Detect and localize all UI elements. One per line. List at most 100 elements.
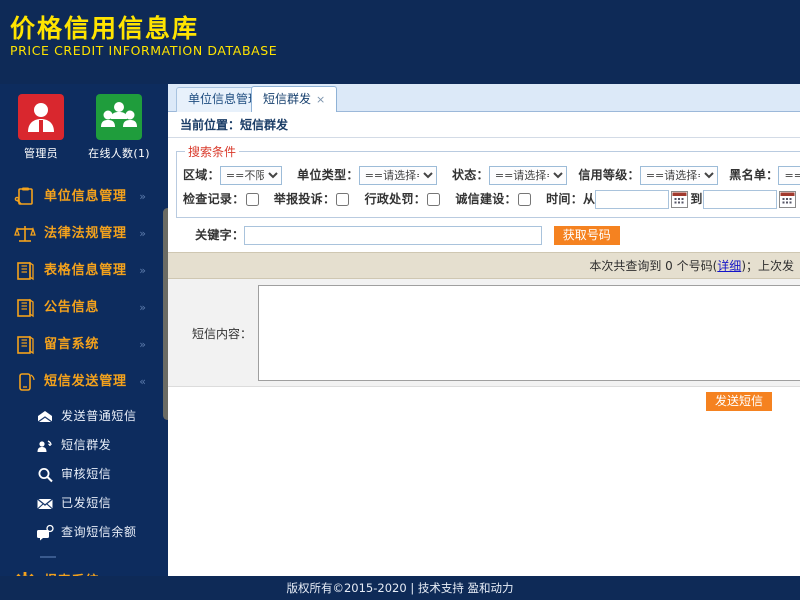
sidebar: 管理员 在线人数(1) 单位信息管理 » 法律法规管理 » 表格信息管理 » 公… (0, 84, 168, 600)
online-users-label: 在线人数(1) (88, 147, 150, 160)
book-icon (14, 297, 36, 319)
sidebar-item-sms-management[interactable]: 短信发送管理 « (0, 363, 168, 400)
sms-submenu: 发送普通短信 短信群发 审核短信 已发短信 查询短信余额 (0, 400, 168, 553)
sidebar-item-label: 法律法规管理 (44, 226, 127, 241)
inspection-record-checkbox[interactable] (245, 193, 259, 206)
sidebar-subitem-label: 发送普通短信 (61, 409, 137, 423)
penalty-label: 行政处罚： (364, 192, 427, 206)
get-numbers-button[interactable]: 获取号码 (553, 226, 620, 245)
detail-link[interactable]: 详细 (717, 259, 741, 273)
sidebar-subitem-label: 审核短信 (61, 467, 112, 481)
sidebar-item-announcements[interactable]: 公告信息 » (0, 289, 168, 326)
sms-content-label: 短信内容： (192, 327, 253, 341)
chevron-down-icon[interactable]: » (139, 215, 146, 252)
chevron-down-icon[interactable]: » (139, 289, 146, 326)
query-status-bar: 本次共查询到 0 个号码(详细)；上次发 (168, 252, 800, 279)
date-from-input[interactable] (595, 190, 670, 209)
chevron-down-icon[interactable]: » (139, 252, 146, 289)
region-label: 区域： (183, 168, 220, 182)
content-filler (168, 419, 800, 576)
user-status-row: 管理员 在线人数(1) (0, 94, 168, 174)
chevron-down-icon[interactable]: » (139, 178, 146, 215)
time-label: 时间：从 (546, 192, 596, 206)
sidebar-subitem-sms-broadcast[interactable]: 短信群发 (0, 431, 168, 460)
integrity-checkbox[interactable] (517, 193, 531, 206)
inspection-record-label: 检查记录： (183, 192, 245, 206)
sidebar-menu: 单位信息管理 » 法律法规管理 » 表格信息管理 » 公告信息 » 留言系统 »… (0, 178, 168, 600)
scales-icon (14, 223, 36, 245)
sidebar-subitem-send-normal-sms[interactable]: 发送普通短信 (0, 402, 168, 431)
envelope-icon (36, 495, 54, 513)
application-window: 价格信用信息库 PRICE CREDIT INFORMATION DATABAS… (0, 0, 800, 600)
credit-level-select[interactable]: ==请选择== (639, 166, 718, 185)
app-title-en: PRICE CREDIT INFORMATION DATABASE (10, 43, 278, 58)
search-fieldset: 搜索条件 区域： ==不限== 单位类型： ==请选择== 状态： ==请选择== 信… (176, 143, 800, 218)
app-title-cn: 价格信用信息库 (10, 14, 200, 43)
status-label: 状态： (451, 168, 489, 182)
admin-user-box[interactable]: 管理员 (8, 94, 74, 161)
magnifier-icon (36, 466, 54, 484)
chevron-down-icon[interactable]: » (139, 326, 146, 363)
sms-content-area: 短信内容： (168, 279, 800, 387)
sidebar-item-unit-info[interactable]: 单位信息管理 » (0, 178, 168, 215)
status-prefix: 本次共查询到 0 个号码( (589, 259, 718, 273)
region-select[interactable]: ==不限== (219, 166, 282, 185)
chevron-up-icon[interactable]: « (139, 363, 146, 400)
close-icon[interactable]: × (316, 93, 325, 106)
send-row: 发送短信 (168, 387, 800, 419)
sidebar-item-laws[interactable]: 法律法规管理 » (0, 215, 168, 252)
blacklist-label: 黑名单： (729, 168, 779, 182)
sidebar-item-messages[interactable]: 留言系统 » (0, 326, 168, 363)
penalty-checkbox[interactable] (427, 193, 441, 206)
sidebar-item-label: 留言系统 (44, 337, 100, 352)
integrity-label: 诚信建设： (455, 192, 517, 206)
sidebar-subitem-label: 查询短信余额 (61, 525, 137, 539)
online-users-box[interactable]: 在线人数(1) (86, 94, 152, 161)
app-header: 价格信用信息库 PRICE CREDIT INFORMATION DATABAS… (0, 0, 800, 84)
breadcrumb: 当前位置：短信群发 (168, 112, 800, 138)
admin-user-label: 管理员 (24, 147, 58, 160)
status-suffix: )；上次发 (741, 259, 794, 273)
unit-type-select[interactable]: ==请选择== (358, 166, 437, 185)
menu-divider (40, 556, 56, 558)
credit-level-label: 信用等级： (578, 168, 640, 182)
sidebar-subitem-sent-sms[interactable]: 已发短信 (0, 489, 168, 518)
unit-type-label: 单位类型： (297, 168, 359, 182)
sidebar-item-forms[interactable]: 表格信息管理 » (0, 252, 168, 289)
user-icon (18, 94, 64, 140)
sms-content-textarea[interactable] (258, 285, 800, 381)
time-to-label: 到 (690, 192, 703, 206)
tab-label: 单位信息管理 (188, 92, 261, 106)
footer: 版权所有©2015-2020 | 技术支持 盈和动力 (0, 576, 800, 600)
broadcast-icon (36, 437, 54, 455)
complaint-label: 举报投诉： (273, 192, 336, 206)
tab-sms-broadcast[interactable]: 短信群发 × (251, 86, 338, 112)
sidebar-item-label: 单位信息管理 (44, 189, 127, 204)
search-panel: 搜索条件 区域： ==不限== 单位类型： ==请选择== 状态： ==请选择== 信… (168, 138, 800, 220)
tab-bar: 单位信息管理 短信群发 × (168, 84, 800, 112)
complaint-checkbox[interactable] (336, 193, 350, 206)
calendar-icon[interactable] (778, 191, 796, 208)
phone-icon (14, 371, 36, 393)
send-sms-button[interactable]: 发送短信 (705, 392, 772, 411)
search-row-selects: 区域： ==不限== 单位类型： ==请选择== 状态： ==请选择== 信用等级： =… (183, 163, 800, 187)
envelope-open-icon (36, 408, 54, 426)
sidebar-subitem-review-sms[interactable]: 审核短信 (0, 460, 168, 489)
sidebar-item-label: 表格信息管理 (44, 263, 127, 278)
book-icon (14, 260, 36, 282)
date-to-input[interactable] (702, 190, 777, 209)
group-icon (96, 94, 142, 140)
calendar-icon[interactable] (671, 191, 689, 208)
clipboard-icon (14, 186, 36, 208)
content-panel: 单位信息管理 短信群发 × 当前位置：短信群发 搜索条件 区域： ==不限== 单位… (168, 84, 800, 576)
sms-balance-icon (36, 524, 54, 542)
keyword-input[interactable] (244, 226, 543, 245)
status-select[interactable]: ==请选择== (488, 166, 567, 185)
keyword-row: 关键字： 获取号码 (168, 220, 800, 252)
blacklist-select[interactable]: ==请选择== (778, 166, 800, 185)
book-icon (14, 334, 36, 356)
search-row-checkboxes: 检查记录： 举报投诉： 行政处罚： 诚信建设： 时间：从 到 (183, 187, 800, 211)
tab-label: 短信群发 (263, 92, 312, 106)
sidebar-subitem-sms-balance[interactable]: 查询短信余额 (0, 518, 168, 547)
sidebar-item-label: 公告信息 (44, 300, 100, 315)
